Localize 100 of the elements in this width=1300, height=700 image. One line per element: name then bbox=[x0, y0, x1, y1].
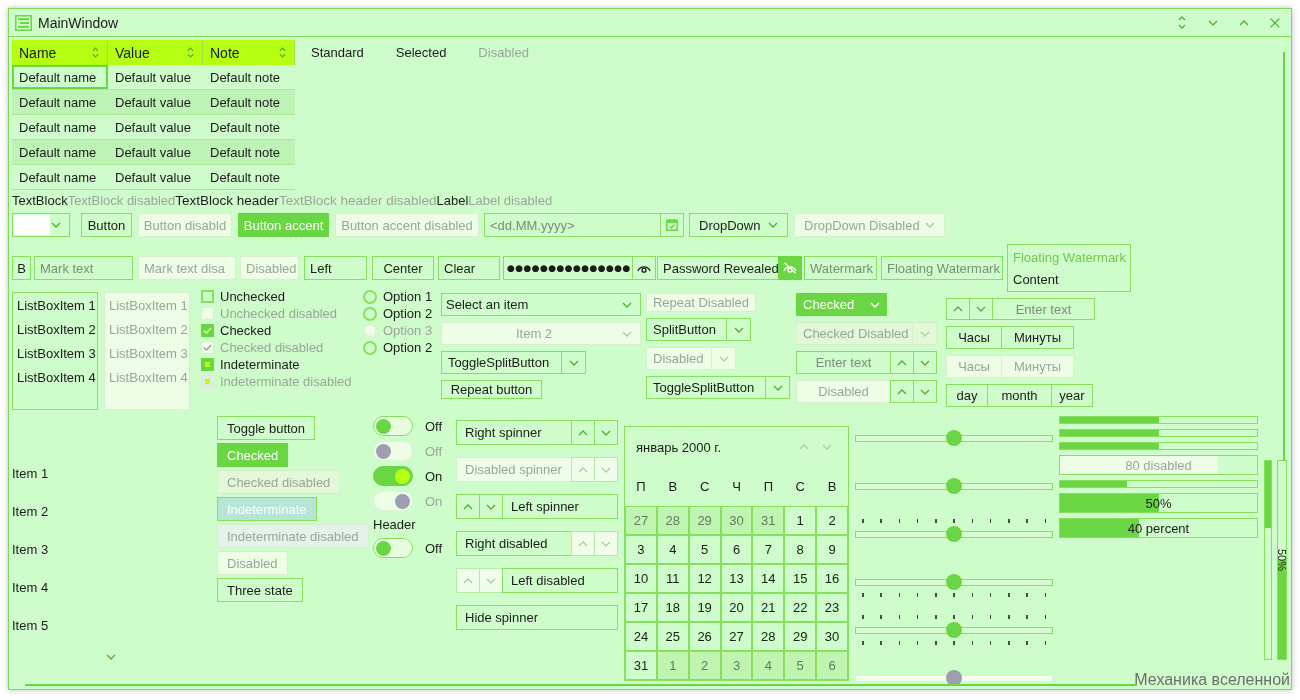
calendar-day[interactable]: 7 bbox=[752, 535, 785, 564]
calendar-day[interactable]: 5 bbox=[688, 535, 721, 564]
calendar-day[interactable]: 24 bbox=[625, 622, 657, 651]
calendar-day[interactable]: 6 bbox=[720, 535, 753, 564]
calendar-day[interactable]: 3 bbox=[720, 651, 753, 680]
calendar-day[interactable]: 20 bbox=[720, 593, 753, 622]
list-box-item[interactable]: ListBoxItem 1 bbox=[13, 293, 97, 317]
toggle-button[interactable]: Three state bbox=[217, 578, 303, 602]
floating-label-field[interactable]: Floating Watermark Content bbox=[1007, 244, 1131, 292]
toggle-switch[interactable] bbox=[373, 466, 413, 486]
column-header[interactable]: Name bbox=[12, 40, 108, 65]
split-dropdown-button[interactable] bbox=[561, 351, 586, 374]
tab[interactable]: Selected bbox=[379, 40, 463, 65]
segment-field[interactable]: day bbox=[946, 384, 988, 407]
list-box-item[interactable]: ListBoxItem 2 bbox=[13, 317, 97, 341]
checkbox[interactable] bbox=[201, 324, 214, 337]
decrement-button[interactable] bbox=[969, 298, 993, 320]
toggle-button[interactable]: Toggle button bbox=[217, 416, 316, 440]
calendar-day[interactable]: 17 bbox=[625, 593, 657, 622]
list-item[interactable]: Item 4 bbox=[12, 568, 49, 606]
text-field[interactable]: Clear bbox=[438, 256, 500, 280]
list-item[interactable]: Item 2 bbox=[12, 492, 49, 530]
calendar-day[interactable]: 4 bbox=[656, 535, 689, 564]
radio-button[interactable] bbox=[363, 289, 377, 304]
calendar-day[interactable]: 10 bbox=[625, 564, 657, 593]
increment-button[interactable] bbox=[571, 420, 595, 445]
spinner-field[interactable]: Right spinner bbox=[456, 420, 572, 445]
calendar-day[interactable]: 5 bbox=[784, 651, 817, 680]
spinner-field[interactable]: Left disabled bbox=[502, 568, 618, 593]
toggle-switch[interactable] bbox=[373, 416, 413, 436]
checkbox[interactable] bbox=[201, 290, 214, 303]
calendar-day[interactable]: 27 bbox=[625, 506, 657, 535]
table-row[interactable]: Default name Default value Default note bbox=[12, 165, 295, 190]
combo-box[interactable]: Select an item bbox=[441, 293, 641, 316]
toggle-switch[interactable] bbox=[373, 538, 413, 558]
segment-field[interactable]: month bbox=[987, 384, 1052, 407]
calendar-day[interactable]: 22 bbox=[784, 593, 817, 622]
decrement-button[interactable] bbox=[594, 420, 618, 445]
text-field[interactable]: Center bbox=[372, 256, 434, 280]
push-button[interactable]: Button bbox=[81, 213, 132, 237]
calendar-day[interactable]: 14 bbox=[752, 564, 785, 593]
split-dropdown-button[interactable] bbox=[862, 293, 887, 316]
switch-knob[interactable] bbox=[376, 418, 391, 434]
calendar-day[interactable]: 19 bbox=[688, 593, 721, 622]
increment-button[interactable] bbox=[890, 380, 914, 403]
table-row[interactable]: Default name Default value Default note bbox=[12, 140, 295, 165]
increment-button[interactable] bbox=[890, 351, 914, 374]
radio-button[interactable] bbox=[363, 340, 377, 355]
calendar-day[interactable]: 13 bbox=[720, 564, 753, 593]
decrement-button[interactable] bbox=[913, 351, 937, 374]
calendar-day[interactable]: 2 bbox=[688, 651, 721, 680]
slider-thumb[interactable] bbox=[946, 526, 962, 542]
decrement-button[interactable] bbox=[479, 494, 503, 519]
calendar-title[interactable]: январь 2000 г. bbox=[636, 439, 722, 455]
calendar-day[interactable]: 8 bbox=[784, 535, 817, 564]
increment-button[interactable] bbox=[456, 494, 480, 519]
combo-box[interactable] bbox=[12, 213, 70, 237]
dropdown-button[interactable]: DropDown bbox=[689, 213, 788, 237]
calendar-day[interactable]: 1 bbox=[656, 651, 689, 680]
segment-field[interactable]: Минуты bbox=[1001, 326, 1074, 349]
increment-button[interactable] bbox=[946, 298, 970, 320]
calendar-day[interactable]: 15 bbox=[784, 564, 817, 593]
bold-toggle-button[interactable]: B bbox=[12, 256, 31, 280]
spinner-field[interactable]: Left spinner bbox=[502, 494, 618, 519]
slider-thumb[interactable] bbox=[946, 430, 962, 446]
calendar-day[interactable]: 30 bbox=[816, 622, 848, 651]
push-button[interactable]: Repeat button bbox=[441, 380, 542, 399]
list-box-item[interactable]: ListBoxItem 4 bbox=[13, 365, 97, 389]
calendar-day[interactable]: 1 bbox=[784, 506, 817, 535]
calendar-day[interactable]: 28 bbox=[656, 506, 689, 535]
calendar-day[interactable]: 26 bbox=[688, 622, 721, 651]
slider-track[interactable] bbox=[855, 612, 1053, 648]
calendar-day[interactable]: 18 bbox=[656, 593, 689, 622]
calendar-day[interactable]: 11 bbox=[656, 564, 689, 593]
split-button[interactable]: SplitButton bbox=[646, 318, 727, 341]
segment-field[interactable]: year bbox=[1051, 384, 1093, 407]
calendar-day[interactable]: 4 bbox=[752, 651, 785, 680]
column-header[interactable]: Note bbox=[203, 40, 295, 65]
reveal-password-button[interactable] bbox=[632, 256, 656, 280]
checkbox[interactable] bbox=[201, 358, 214, 371]
split-button[interactable]: ToggleSplitButton bbox=[441, 351, 562, 374]
calendar-day[interactable]: 29 bbox=[784, 622, 817, 651]
calendar-day[interactable]: 23 bbox=[816, 593, 848, 622]
calendar-day[interactable]: 31 bbox=[752, 506, 785, 535]
calendar-day[interactable]: 9 bbox=[816, 535, 848, 564]
column-header[interactable]: Value bbox=[108, 40, 203, 65]
split-dropdown-button[interactable] bbox=[726, 318, 751, 341]
calendar-day[interactable]: 12 bbox=[688, 564, 721, 593]
calendar-day[interactable]: 30 bbox=[720, 506, 753, 535]
calendar-button[interactable] bbox=[660, 213, 684, 237]
switch-knob[interactable] bbox=[395, 468, 410, 484]
list-box-item[interactable]: ListBoxItem 3 bbox=[13, 341, 97, 365]
tab[interactable]: Standard bbox=[295, 40, 380, 65]
decrement-button[interactable] bbox=[913, 380, 937, 403]
chevron-down-icon[interactable] bbox=[106, 654, 116, 660]
segment-field[interactable]: Часы bbox=[946, 326, 1002, 349]
spinner-field[interactable]: Right disabled bbox=[456, 531, 572, 556]
slider-thumb[interactable] bbox=[946, 622, 962, 638]
calendar-day[interactable]: 27 bbox=[720, 622, 753, 651]
password-field[interactable]: Password Revealed bbox=[657, 256, 779, 280]
